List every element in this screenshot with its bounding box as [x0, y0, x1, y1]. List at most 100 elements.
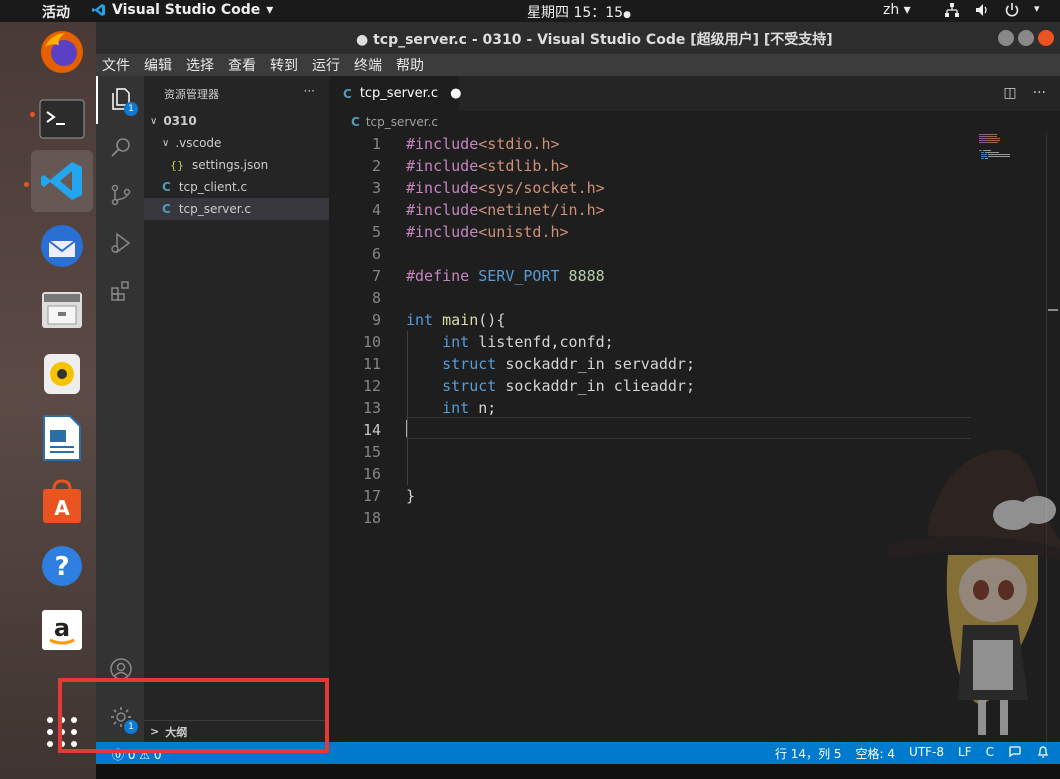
help-icon[interactable]: ? — [38, 542, 86, 590]
menu-go[interactable]: 转到 — [270, 55, 298, 75]
window-controls — [998, 30, 1054, 46]
line-number[interactable]: 10 — [329, 331, 381, 353]
menu-run[interactable]: 运行 — [312, 55, 340, 75]
explorer-more-button[interactable]: ··· — [304, 84, 315, 98]
code-token: listenfd,confd; — [469, 333, 614, 351]
menu-terminal[interactable]: 终端 — [354, 55, 382, 75]
encoding[interactable]: UTF-8 — [909, 745, 944, 762]
system-tray[interactable]: ▾ — [944, 2, 1040, 18]
code-line: 13 int n; — [329, 397, 969, 419]
line-number[interactable]: 14 — [329, 419, 381, 441]
code-token: SERV_PORT — [469, 267, 560, 285]
menu-edit[interactable]: 编辑 — [144, 55, 172, 75]
menu-view[interactable]: 查看 — [228, 55, 256, 75]
search-icon[interactable] — [108, 134, 134, 160]
firefox-icon[interactable] — [38, 28, 86, 76]
code-line: 18 — [329, 507, 969, 529]
unsaved-dot-icon[interactable]: ● — [450, 86, 461, 101]
code-text: #include<stdlib.h> — [406, 155, 569, 177]
cursor-position[interactable]: 行 14，列 5 — [775, 745, 842, 762]
indentation[interactable]: 空格: 4 — [856, 745, 896, 762]
code-token: int — [406, 311, 434, 329]
amazon-icon[interactable]: a — [38, 606, 86, 654]
line-number[interactable]: 18 — [329, 507, 381, 529]
explorer-badge: 1 — [124, 102, 138, 116]
code-line: 1 #include<stdio.h> — [329, 133, 969, 155]
code-token: <sys/socket.h> — [478, 179, 605, 197]
window-title: ● tcp_server.c - 0310 - Visual Studio Co… — [356, 32, 833, 48]
line-number[interactable]: 13 — [329, 397, 381, 419]
notifications-bell-icon[interactable] — [1036, 745, 1050, 759]
menu-selection[interactable]: 选择 — [186, 55, 214, 75]
running-indicator — [30, 112, 35, 117]
line-number[interactable]: 9 — [329, 309, 381, 331]
line-number[interactable]: 7 — [329, 265, 381, 287]
line-number[interactable]: 17 — [329, 485, 381, 507]
line-number[interactable]: 5 — [329, 221, 381, 243]
tree-folder[interactable]: ∨ .vscode — [144, 132, 329, 154]
vscode-dock-icon[interactable] — [31, 150, 93, 212]
maximize-button[interactable] — [1018, 30, 1034, 46]
tree-folder[interactable]: ∨ 0310 — [144, 110, 329, 132]
code-token: <stdio.h> — [478, 135, 560, 153]
editor-more-icon[interactable]: ··· — [1033, 85, 1046, 101]
line-number[interactable]: 16 — [329, 463, 381, 485]
code-token: int — [442, 333, 470, 351]
code-token: int — [442, 399, 470, 417]
language-indicator[interactable]: zh ▾ — [883, 2, 911, 18]
line-number[interactable]: 11 — [329, 353, 381, 375]
explorer-icon[interactable]: 1 — [108, 86, 138, 116]
rhythmbox-icon[interactable] — [38, 350, 86, 398]
code-token: #include — [406, 157, 479, 175]
window-titlebar[interactable]: ● tcp_server.c - 0310 - Visual Studio Co… — [96, 22, 1060, 54]
software-center-icon[interactable]: A — [38, 478, 86, 526]
text-cursor — [406, 420, 407, 437]
files-icon[interactable] — [38, 286, 86, 334]
code-line: 15 — [329, 441, 969, 463]
tree-file[interactable]: {} settings.json — [144, 154, 329, 176]
feedback-icon[interactable] — [1008, 745, 1022, 759]
source-control-icon[interactable] — [108, 182, 134, 208]
run-debug-icon[interactable] — [108, 230, 134, 256]
code-text: #include<netinet/in.h> — [406, 199, 605, 221]
code-text: struct sockaddr_in servaddr; — [406, 353, 695, 375]
clock[interactable]: 星期四 15：15● — [527, 2, 631, 22]
line-number[interactable]: 1 — [329, 133, 381, 155]
line-number[interactable]: 4 — [329, 199, 381, 221]
line-number[interactable]: 15 — [329, 441, 381, 463]
split-editor-icon[interactable]: ◫ — [1003, 85, 1016, 101]
line-number[interactable]: 3 — [329, 177, 381, 199]
app-menu[interactable]: Visual Studio Code ▾ — [92, 2, 273, 18]
line-number[interactable]: 2 — [329, 155, 381, 177]
active-indicator — [96, 76, 98, 124]
menu-file[interactable]: 文件 — [102, 55, 130, 75]
minimize-button[interactable] — [998, 30, 1014, 46]
tree-item-label: .vscode — [175, 136, 222, 150]
tree-file[interactable]: Ctcp_client.c — [144, 176, 329, 198]
tree-file[interactable]: Ctcp_server.c — [144, 198, 329, 220]
minimap[interactable] — [979, 133, 1019, 173]
terminal-icon[interactable] — [38, 95, 86, 143]
libreoffice-writer-icon[interactable] — [38, 414, 86, 462]
tree-item-label: settings.json — [192, 158, 269, 172]
activities-button[interactable]: 活动 — [42, 2, 70, 22]
thunderbird-icon[interactable] — [38, 222, 86, 270]
breadcrumb[interactable]: C tcp_server.c — [329, 111, 1060, 133]
close-button[interactable] — [1038, 30, 1054, 46]
c-file-icon: C — [162, 180, 171, 194]
code-line: 3 #include<sys/socket.h> — [329, 177, 969, 199]
code-line: 17} — [329, 485, 969, 507]
code-text: int listenfd,confd; — [406, 331, 614, 353]
code-text: struct sockaddr_in clieaddr; — [406, 375, 695, 397]
line-number[interactable]: 6 — [329, 243, 381, 265]
line-number[interactable]: 8 — [329, 287, 381, 309]
line-number[interactable]: 12 — [329, 375, 381, 397]
menu-help[interactable]: 帮助 — [396, 55, 424, 75]
language-mode[interactable]: C — [986, 745, 994, 762]
extensions-icon[interactable] — [108, 278, 134, 304]
tab-tcp-server[interactable]: C tcp_server.c ● — [329, 76, 461, 111]
vscode-icon — [92, 4, 105, 16]
bottom-strip — [96, 764, 1060, 779]
end-of-line[interactable]: LF — [958, 745, 972, 762]
